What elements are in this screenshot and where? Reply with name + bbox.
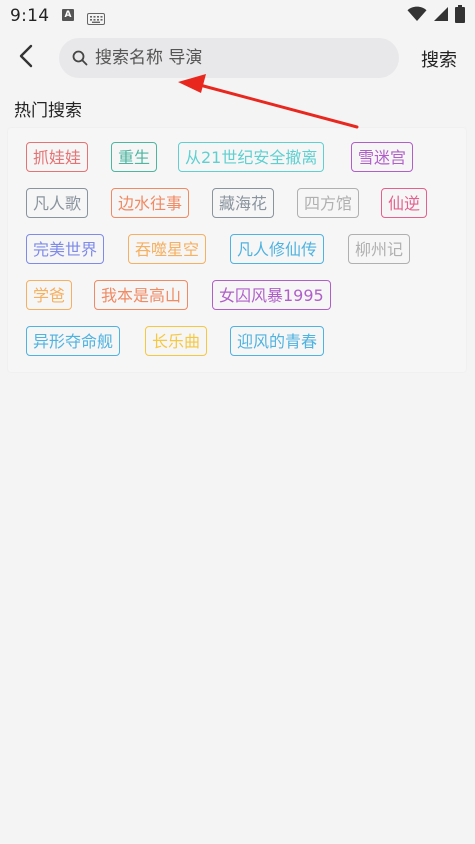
hot-search-tag[interactable]: 从21世纪安全撤离 bbox=[178, 142, 325, 172]
hot-search-tag[interactable]: 边水往事 bbox=[111, 188, 190, 218]
status-icons bbox=[407, 5, 465, 27]
hot-search-tag[interactable]: 柳州记 bbox=[348, 234, 411, 264]
hot-search-title: 热门搜索 bbox=[14, 101, 82, 121]
hot-search-tag[interactable]: 女囚风暴1995 bbox=[212, 280, 331, 310]
hot-search-tag[interactable]: 重生 bbox=[111, 142, 158, 172]
hot-search-tag[interactable]: 异形夺命舰 bbox=[26, 326, 121, 356]
hot-search-tag[interactable]: 吞噬星空 bbox=[128, 234, 207, 264]
battery-icon bbox=[455, 5, 465, 27]
hot-search-tag[interactable]: 仙逆 bbox=[381, 188, 428, 218]
hot-search-tag[interactable]: 凡人歌 bbox=[26, 188, 89, 218]
hot-search-tag[interactable]: 我本是高山 bbox=[94, 280, 189, 310]
search-button[interactable]: 搜索 bbox=[421, 46, 457, 72]
back-button[interactable] bbox=[10, 42, 42, 74]
status-bar: 9:14 A bbox=[0, 0, 475, 32]
accessibility-a-icon: A bbox=[62, 9, 74, 21]
hot-search-tag[interactable]: 迎风的青春 bbox=[230, 326, 325, 356]
search-box[interactable] bbox=[59, 38, 399, 78]
hot-search-tag[interactable]: 学爸 bbox=[26, 280, 73, 310]
search-header: 搜索 bbox=[0, 32, 475, 86]
signal-icon bbox=[433, 6, 449, 26]
wifi-icon bbox=[407, 6, 427, 26]
hot-search-panel: 抓娃娃 重生 从21世纪安全撤离 雪迷宫 凡人歌 边水往事 藏海花 四方馆 仙逆… bbox=[8, 128, 466, 372]
status-time: 9:14 bbox=[10, 6, 50, 26]
hot-search-tag[interactable]: 雪迷宫 bbox=[351, 142, 414, 172]
annotation-arrow bbox=[178, 74, 359, 129]
hot-search-tag[interactable]: 完美世界 bbox=[26, 234, 105, 264]
search-icon bbox=[71, 49, 89, 67]
keyboard-icon bbox=[87, 10, 105, 29]
hot-search-tag[interactable]: 抓娃娃 bbox=[26, 142, 89, 172]
hot-search-tag[interactable]: 四方馆 bbox=[297, 188, 360, 218]
hot-search-tag[interactable]: 凡人修仙传 bbox=[230, 234, 325, 264]
hot-search-tag[interactable]: 藏海花 bbox=[212, 188, 275, 218]
arrow-shaft bbox=[194, 82, 359, 129]
search-input[interactable] bbox=[93, 47, 387, 69]
chevron-left-icon bbox=[18, 44, 34, 72]
hot-search-tag[interactable]: 长乐曲 bbox=[145, 326, 208, 356]
